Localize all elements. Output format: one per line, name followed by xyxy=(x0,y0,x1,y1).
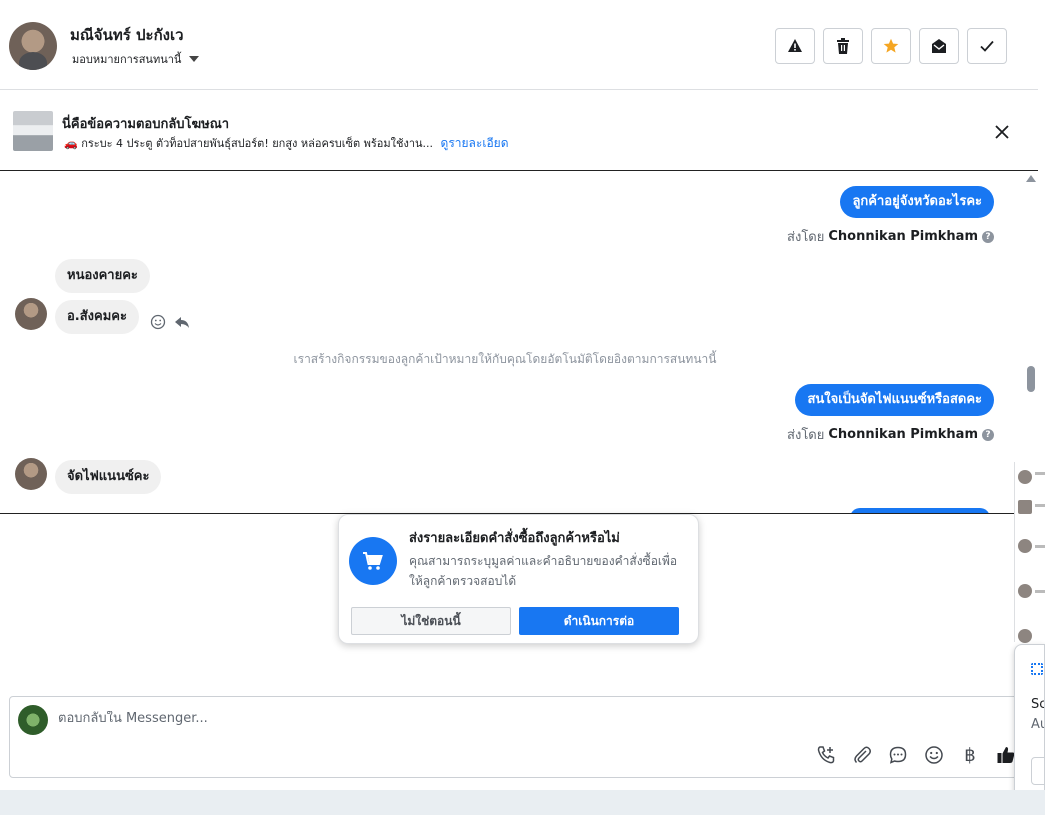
cart-icon xyxy=(349,537,397,585)
emoji-icon[interactable] xyxy=(923,744,945,766)
contact-name[interactable]: มณีจันทร์ ปะกังเว xyxy=(70,23,184,47)
message-bubble-incoming[interactable]: จัดไฟแนนซ์คะ xyxy=(55,460,162,494)
reply-icon[interactable] xyxy=(174,314,190,330)
message-bubble-incoming[interactable]: หนองคายคะ xyxy=(55,259,150,293)
side-avatar[interactable] xyxy=(1018,584,1032,598)
side-thumbnail[interactable] xyxy=(1018,500,1032,514)
ad-description: 🚗 กระบะ 4 ประตู ตัวท็อปสายพันธุ์สปอร์ต! … xyxy=(64,137,434,150)
header-actions xyxy=(775,28,1007,64)
report-button[interactable] xyxy=(775,28,815,64)
side-line xyxy=(1035,590,1045,593)
page-avatar xyxy=(18,705,48,735)
message-bubble-outgoing[interactable]: สนใจเป็นจัดไฟแนนซ์หรือสดคะ xyxy=(795,384,994,416)
reply-composer: ฿ xyxy=(9,696,1019,778)
contact-avatar-small xyxy=(15,458,47,490)
quick-reply-icon[interactable] xyxy=(887,744,909,766)
sender-name: Chonnikan Pimkham xyxy=(828,427,978,442)
continue-button[interactable]: ดำเนินการต่อ xyxy=(519,607,679,635)
assign-label: มอบหมายการสนทนานี้ xyxy=(72,53,182,66)
warning-icon xyxy=(787,38,803,54)
envelope-open-icon xyxy=(931,38,947,54)
ad-reply-banner: นี่คือข้อความตอบกลับโฆษณา 🚗 กระบะ 4 ประต… xyxy=(0,91,1038,171)
delete-button[interactable] xyxy=(823,28,863,64)
side-popup-line-2: Au xyxy=(1031,717,1044,732)
ad-description-row: 🚗 กระบะ 4 ประตู ตัวท็อปสายพันธุ์สปอร์ต! … xyxy=(64,134,509,153)
window-bottom-strip xyxy=(0,790,1045,815)
side-line xyxy=(1035,545,1045,548)
not-now-button[interactable]: ไม่ใช่ตอนนี้ xyxy=(351,607,511,635)
react-emoji-icon[interactable] xyxy=(150,314,166,330)
ad-details-link[interactable]: ดูรายละเอียด xyxy=(441,136,509,150)
attachment-icon[interactable] xyxy=(851,744,873,766)
side-avatar[interactable] xyxy=(1018,470,1032,484)
baht-icon[interactable]: ฿ xyxy=(959,744,981,766)
message-thread[interactable]: ลูกค้าอยู่จังหวัดอะไรคะ ส่งโดย Chonnikan… xyxy=(0,172,1038,514)
conversation-header: มณีจันทร์ ปะกังเว มอบหมายการสนทนานี้ xyxy=(0,0,1038,90)
check-icon xyxy=(979,38,995,54)
phone-add-icon[interactable] xyxy=(815,744,837,766)
order-prompt-body: คุณสามารถระบุมูลค่าและคำอธิบายของคำสั่งซ… xyxy=(409,554,678,588)
reply-input[interactable] xyxy=(58,711,758,726)
contact-avatar-small xyxy=(15,298,47,330)
help-icon[interactable]: ? xyxy=(982,428,994,441)
side-popup-button[interactable] xyxy=(1031,757,1044,785)
composer-tools: ฿ xyxy=(815,744,1017,766)
chat-scrollbar-thumb[interactable] xyxy=(1027,366,1035,392)
sent-by-label: ส่งโดย Chonnikan Pimkham ? xyxy=(787,226,994,247)
caret-down-icon xyxy=(189,56,200,62)
star-button[interactable] xyxy=(871,28,911,64)
side-line xyxy=(1035,472,1045,475)
contact-avatar[interactable] xyxy=(9,22,57,70)
help-icon[interactable]: ? xyxy=(982,230,994,243)
side-conversation-list xyxy=(1014,462,1045,643)
order-details-prompt: ส่งรายละเอียดคำสั่งซื้อถึงลูกค้าหรือไม่ … xyxy=(338,514,699,644)
close-ad-banner-button[interactable] xyxy=(993,123,1011,141)
side-avatar[interactable] xyxy=(1018,539,1032,553)
sender-name: Chonnikan Pimkham xyxy=(828,229,978,244)
message-bubble-incoming[interactable]: อ.สังคมคะ xyxy=(55,300,139,334)
ad-banner-title: นี่คือข้อความตอบกลับโฆษณา xyxy=(62,117,230,132)
message-bubble-outgoing-partial[interactable] xyxy=(850,508,990,513)
sent-by-prefix: ส่งโดย xyxy=(787,230,825,245)
mark-unread-button[interactable] xyxy=(919,28,959,64)
ad-thumbnail[interactable] xyxy=(13,111,53,151)
mark-done-button[interactable] xyxy=(967,28,1007,64)
message-bubble-outgoing[interactable]: ลูกค้าอยู่จังหวัดอะไรคะ xyxy=(840,186,994,218)
sent-by-label: ส่งโดย Chonnikan Pimkham ? xyxy=(787,424,994,445)
side-popup-line-1: Sc xyxy=(1031,697,1045,712)
message-actions xyxy=(150,314,190,330)
app-icon xyxy=(1031,663,1043,675)
side-popup[interactable]: Sc Au xyxy=(1014,644,1045,800)
scroll-up-arrow[interactable] xyxy=(1026,175,1036,182)
star-icon xyxy=(883,38,899,54)
side-avatar[interactable] xyxy=(1018,629,1032,643)
sent-by-prefix: ส่งโดย xyxy=(787,428,825,443)
assign-conversation-dropdown[interactable]: มอบหมายการสนทนานี้ xyxy=(72,50,200,68)
close-icon xyxy=(993,123,1011,141)
order-prompt-title: ส่งรายละเอียดคำสั่งซื้อถึงลูกค้าหรือไม่ xyxy=(409,531,620,546)
system-note: เราสร้างกิจกรรมของลูกค้าเป้าหมายให้กับคุ… xyxy=(293,352,717,366)
side-line xyxy=(1035,504,1045,507)
trash-icon xyxy=(836,38,850,54)
